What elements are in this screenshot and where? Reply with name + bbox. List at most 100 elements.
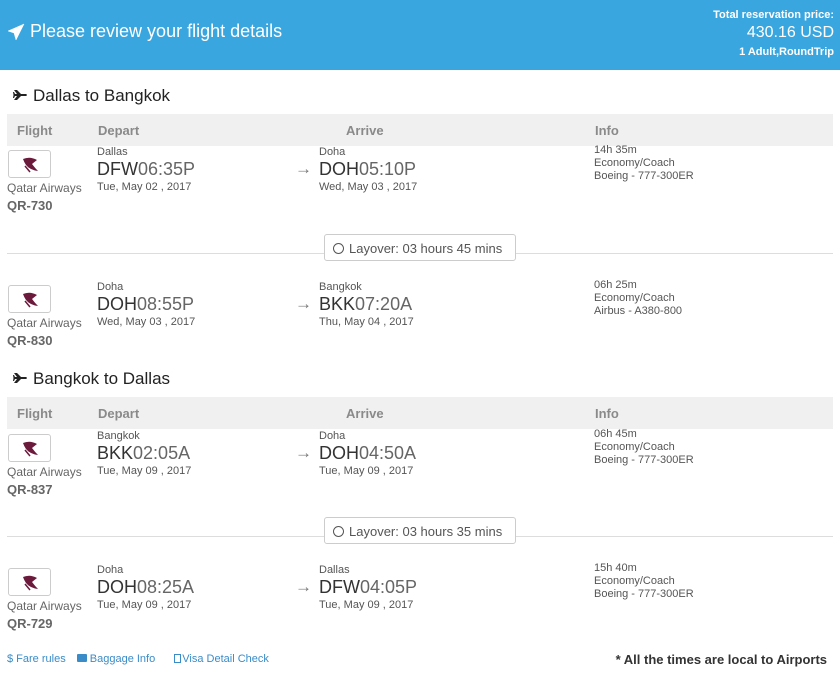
cabin-class: Economy/Coach xyxy=(594,575,675,587)
depart-airport-code: BKK xyxy=(97,443,134,463)
cabin-class: Economy/Coach xyxy=(594,157,675,169)
depart-code-time: BKK02:05A xyxy=(97,443,190,464)
visa-check-label: Visa Detail Check xyxy=(182,653,269,665)
depart-date: Tue, May 02 , 2017 xyxy=(97,181,192,193)
price-label: Total reservation price: xyxy=(713,9,834,21)
airline-name: Qatar Airways xyxy=(7,465,82,479)
depart-code-time: DOH08:25A xyxy=(97,577,194,598)
clock-icon xyxy=(333,243,344,254)
cabin-class: Economy/Coach xyxy=(594,441,675,453)
depart-city: Dallas xyxy=(97,146,128,158)
baggage-info-label: Baggage Info xyxy=(89,653,156,665)
qatar-airways-logo xyxy=(8,150,51,178)
cabin-class: Economy/Coach xyxy=(594,292,675,304)
passport-icon xyxy=(174,654,182,663)
arrive-city: Bangkok xyxy=(319,281,362,293)
timezone-note: * All the times are local to Airports xyxy=(615,652,827,667)
depart-time: 06:35P xyxy=(137,159,196,179)
airplane-icon xyxy=(13,373,27,383)
arrive-date: Tue, May 09 , 2017 xyxy=(319,465,414,477)
page-title: Please review your flight details xyxy=(30,21,283,41)
depart-airport-code: DFW xyxy=(97,159,138,179)
depart-airport-code: DOH xyxy=(97,577,137,597)
arrive-code-time: DFW04:05P xyxy=(319,577,417,598)
flight-segment: Qatar Airways QR-729 Doha DOH08:25A Tue,… xyxy=(0,560,840,650)
flight-duration: 06h 25m xyxy=(594,279,637,291)
fare-rules-link[interactable]: $ Fare rules xyxy=(7,653,66,665)
layover-badge: Layover: 03 hours 45 mins xyxy=(324,234,516,261)
qatar-airways-logo xyxy=(8,434,51,462)
col-depart: Depart xyxy=(98,123,140,138)
baggage-info-link[interactable]: Baggage Info xyxy=(76,653,163,665)
arrive-city: Doha xyxy=(319,430,346,442)
layover-badge: Layover: 03 hours 35 mins xyxy=(324,517,516,544)
layover-text: Layover: 03 hours 45 mins xyxy=(349,241,503,256)
airline-name: Qatar Airways xyxy=(7,316,82,330)
depart-code-time: DOH08:55P xyxy=(97,294,194,315)
airline-name: Qatar Airways xyxy=(7,181,82,195)
qatar-airways-logo xyxy=(8,285,51,313)
total-price: 430.16 USD xyxy=(746,24,834,41)
qatar-airways-logo xyxy=(8,568,51,596)
depart-time: 02:05A xyxy=(133,443,191,463)
arrive-airport-code: BKK xyxy=(319,294,356,314)
passenger-summary: 1 Adult,RoundTrip xyxy=(739,46,834,58)
arrive-code-time: DOH05:10P xyxy=(319,159,416,180)
flight-segment: Qatar Airways QR-837 Bangkok BKK02:05A T… xyxy=(0,426,840,516)
depart-time: 08:25A xyxy=(137,577,195,597)
arrow-right-icon: → xyxy=(295,294,312,313)
arrive-city: Doha xyxy=(319,146,346,158)
col-arrive: Arrive xyxy=(346,406,384,421)
arrow-right-icon: → xyxy=(295,577,312,596)
route-title-return: Bangkok to Dallas xyxy=(12,369,170,389)
aircraft-type: Boeing - 777-300ER xyxy=(594,588,694,600)
flight-segment: Qatar Airways QR-830 Doha DOH08:55P Wed,… xyxy=(0,277,840,367)
arrive-time: 04:05P xyxy=(359,577,418,597)
depart-date: Tue, May 09 , 2017 xyxy=(97,465,192,477)
arrive-time: 04:50A xyxy=(359,443,417,463)
route-title-text: Dallas to Bangkok xyxy=(33,86,171,105)
depart-city: Doha xyxy=(97,564,124,576)
visa-check-link[interactable]: Visa Detail Check xyxy=(174,653,277,665)
depart-time: 08:55P xyxy=(137,294,195,314)
flight-number: QR-830 xyxy=(7,333,53,348)
aircraft-type: Airbus - A380-800 xyxy=(594,305,683,317)
arrive-time: 05:10P xyxy=(359,159,417,179)
arrive-date: Wed, May 03 , 2017 xyxy=(319,181,418,193)
arrive-city: Dallas xyxy=(319,564,350,576)
col-depart: Depart xyxy=(98,406,140,421)
flight-segment: Qatar Airways QR-730 Dallas DFW06:35P Tu… xyxy=(0,142,840,232)
arrive-airport-code: DOH xyxy=(319,159,359,179)
depart-date: Wed, May 03 , 2017 xyxy=(97,316,196,328)
arrow-right-icon: → xyxy=(295,443,312,462)
col-info: Info xyxy=(595,406,619,421)
col-flight: Flight xyxy=(17,123,53,138)
depart-airport-code: DOH xyxy=(97,294,137,314)
aircraft-type: Boeing - 777-300ER xyxy=(594,454,694,466)
col-flight: Flight xyxy=(17,406,53,421)
layover-text: Layover: 03 hours 35 mins xyxy=(349,524,503,539)
flight-duration: 14h 35m xyxy=(594,144,637,156)
arrive-code-time: BKK07:20A xyxy=(319,294,412,315)
col-arrive: Arrive xyxy=(346,123,384,138)
arrive-date: Tue, May 09 , 2017 xyxy=(319,599,414,611)
aircraft-type: Boeing - 777-300ER xyxy=(594,170,694,182)
arrow-right-icon: → xyxy=(295,159,312,178)
depart-code-time: DFW06:35P xyxy=(97,159,195,180)
col-info: Info xyxy=(595,123,619,138)
flight-duration: 15h 40m xyxy=(594,562,637,574)
airline-name: Qatar Airways xyxy=(7,599,82,613)
route-title-text: Bangkok to Dallas xyxy=(33,369,171,388)
flight-number: QR-837 xyxy=(7,482,53,497)
arrive-airport-code: DOH xyxy=(319,443,359,463)
route-title-outbound: Dallas to Bangkok xyxy=(12,86,170,106)
flight-duration: 06h 45m xyxy=(594,428,637,440)
arrive-airport-code: DFW xyxy=(319,577,360,597)
arrive-code-time: DOH04:50A xyxy=(319,443,416,464)
depart-city: Bangkok xyxy=(97,430,140,442)
depart-date: Tue, May 09 , 2017 xyxy=(97,599,192,611)
paper-plane-icon xyxy=(7,23,25,41)
arrive-date: Thu, May 04 , 2017 xyxy=(319,316,414,328)
arrive-time: 07:20A xyxy=(355,294,413,314)
clock-icon xyxy=(333,526,344,537)
